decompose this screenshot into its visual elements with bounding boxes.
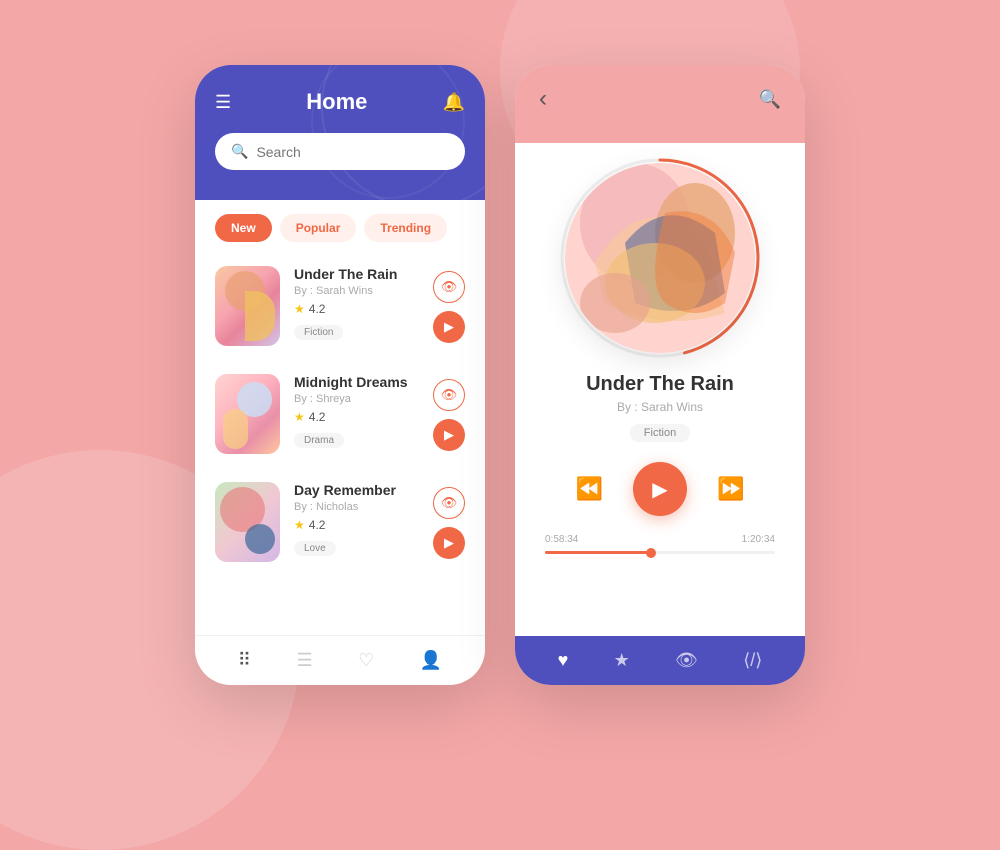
- play-pause-button[interactable]: ▶: [633, 462, 687, 516]
- progress-fill: [545, 551, 651, 554]
- book-info-2: Midnight Dreams By : Shreya ★ 4.2 Drama: [294, 374, 419, 448]
- rewind-button[interactable]: ⏪: [576, 476, 603, 502]
- book-cover-2: [215, 374, 280, 454]
- list-item[interactable]: Under The Rain By : Sarah Wins ★ 4.2 Fic…: [195, 252, 485, 360]
- progress-times: 0:58:34 1:20:34: [545, 534, 775, 545]
- book-author-1: By : Sarah Wins: [294, 285, 419, 297]
- nav-grid-icon[interactable]: ⠿: [238, 650, 251, 671]
- home-title: Home: [306, 89, 367, 115]
- search-input[interactable]: [256, 144, 449, 160]
- view-button-2[interactable]: 👁: [433, 379, 465, 411]
- album-art: [565, 163, 755, 353]
- play-button-2[interactable]: ▶: [433, 419, 465, 451]
- progress-dot: [646, 548, 656, 558]
- search-icon-right[interactable]: 🔍: [759, 89, 781, 110]
- book-title-1: Under The Rain: [294, 266, 419, 282]
- book-author-3: By : Nicholas: [294, 501, 419, 513]
- filter-tabs: New Popular Trending: [195, 200, 485, 242]
- book-info-3: Day Remember By : Nicholas ★ 4.2 Love: [294, 482, 419, 556]
- player-controls: ⏪ ▶ ⏩: [576, 462, 745, 516]
- right-nav-star-icon[interactable]: ★: [614, 650, 630, 671]
- nav-profile-icon[interactable]: 👤: [420, 650, 442, 671]
- book-cover-1: [215, 266, 280, 346]
- player-title: Under The Rain: [586, 373, 734, 396]
- search-bar: 🔍: [215, 133, 465, 170]
- progress-track[interactable]: [545, 551, 775, 554]
- book-genre-2: Drama: [294, 433, 344, 448]
- left-header: ☰ Home 🔔 🔍: [195, 65, 485, 200]
- menu-icon[interactable]: ☰: [215, 92, 231, 113]
- right-nav-eye-icon[interactable]: 👁: [675, 650, 698, 671]
- book-actions-1: 👁 ▶: [433, 271, 465, 343]
- right-nav-heart-icon[interactable]: ♥: [558, 650, 569, 671]
- book-list: Under The Rain By : Sarah Wins ★ 4.2 Fic…: [195, 242, 485, 635]
- list-item[interactable]: Midnight Dreams By : Shreya ★ 4.2 Drama …: [195, 360, 485, 468]
- book-title-2: Midnight Dreams: [294, 374, 419, 390]
- view-button-1[interactable]: 👁: [433, 271, 465, 303]
- book-info-1: Under The Rain By : Sarah Wins ★ 4.2 Fic…: [294, 266, 419, 340]
- star-icon: ★: [294, 302, 305, 316]
- list-item[interactable]: Day Remember By : Nicholas ★ 4.2 Love 👁 …: [195, 468, 485, 576]
- back-icon[interactable]: ‹: [539, 85, 547, 113]
- progress-bar-container: 0:58:34 1:20:34: [535, 534, 785, 554]
- book-title-3: Day Remember: [294, 482, 419, 498]
- book-author-2: By : Shreya: [294, 393, 419, 405]
- book-cover-3: [215, 482, 280, 562]
- screens-container: ☰ Home 🔔 🔍 New Popular Trending Under Th…: [195, 65, 805, 685]
- right-bottom-nav: ♥ ★ 👁 ⟨/⟩: [515, 636, 805, 685]
- bell-icon[interactable]: 🔔: [443, 92, 465, 113]
- star-icon: ★: [294, 410, 305, 424]
- album-art-container: [565, 163, 755, 353]
- player-content: Under The Rain By : Sarah Wins Fiction ⏪…: [515, 143, 805, 636]
- left-screen: ☰ Home 🔔 🔍 New Popular Trending Under Th…: [195, 65, 485, 685]
- play-button-1[interactable]: ▶: [433, 311, 465, 343]
- book-rating-2: ★ 4.2: [294, 410, 419, 424]
- view-button-3[interactable]: 👁: [433, 487, 465, 519]
- book-actions-3: 👁 ▶: [433, 487, 465, 559]
- header-top: ☰ Home 🔔: [215, 89, 465, 115]
- search-icon: 🔍: [231, 143, 248, 160]
- player-genre: Fiction: [630, 424, 690, 442]
- book-rating-1: ★ 4.2: [294, 302, 419, 316]
- current-time: 0:58:34: [545, 534, 578, 545]
- nav-heart-icon[interactable]: ♡: [358, 650, 374, 671]
- book-genre-1: Fiction: [294, 325, 343, 340]
- book-actions-2: 👁 ▶: [433, 379, 465, 451]
- left-bottom-nav: ⠿ ☰ ♡ 👤: [195, 635, 485, 685]
- star-icon: ★: [294, 518, 305, 532]
- right-screen: ‹ 🔍: [515, 65, 805, 685]
- book-rating-3: ★ 4.2: [294, 518, 419, 532]
- total-time: 1:20:34: [742, 534, 775, 545]
- right-header: ‹ 🔍: [515, 65, 805, 143]
- book-genre-3: Love: [294, 541, 336, 556]
- tab-new[interactable]: New: [215, 214, 272, 242]
- tab-popular[interactable]: Popular: [280, 214, 357, 242]
- play-button-3[interactable]: ▶: [433, 527, 465, 559]
- right-nav-share-icon[interactable]: ⟨/⟩: [743, 650, 762, 671]
- tab-trending[interactable]: Trending: [364, 214, 447, 242]
- nav-list-icon[interactable]: ☰: [296, 650, 312, 671]
- forward-button[interactable]: ⏩: [717, 476, 744, 502]
- player-author: By : Sarah Wins: [617, 400, 703, 414]
